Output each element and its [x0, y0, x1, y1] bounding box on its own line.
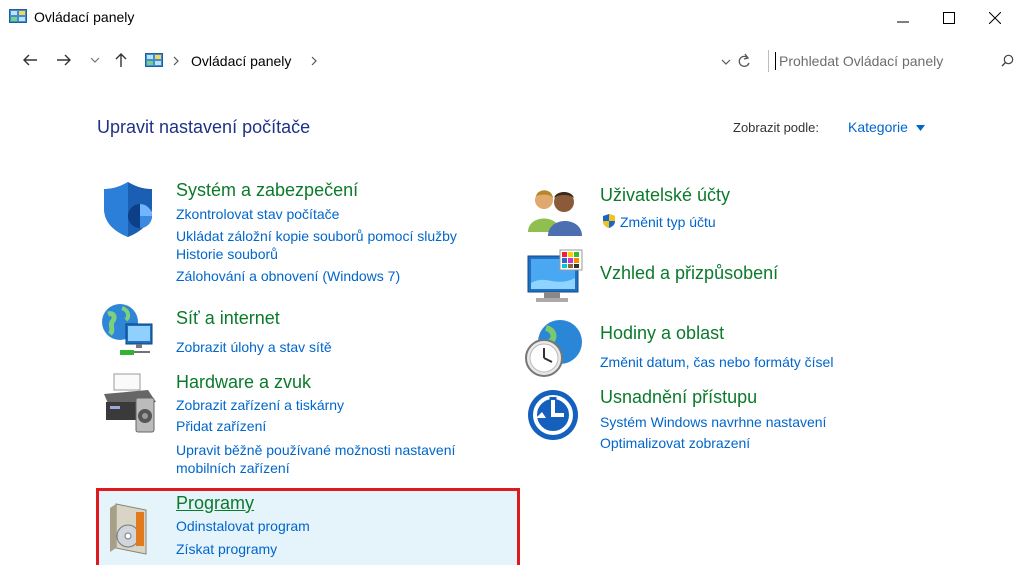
clock-globe-icon[interactable]: [524, 318, 584, 380]
link-save-backup-copies[interactable]: Ukládat záložní kopie souborů pomocí slu…: [176, 228, 457, 244]
refresh-icon[interactable]: [737, 53, 751, 69]
search-placeholder: Prohledat Ovládací panely: [779, 53, 944, 69]
minimize-icon: [897, 21, 909, 23]
window-title: Ovládací panely: [34, 9, 135, 25]
arrow-right-icon: [57, 54, 71, 66]
category-title-user-accounts[interactable]: Uživatelské účty: [600, 185, 730, 206]
link-get-programs[interactable]: Získat programy: [176, 541, 277, 557]
printer-icon[interactable]: [100, 372, 160, 436]
text-caret: [775, 52, 776, 70]
control-panel-icon: [145, 53, 163, 67]
view-by-label: Zobrazit podle:: [733, 120, 819, 135]
arrow-left-icon: [23, 54, 37, 66]
navigation-bar: Ovládací panely Prohledat Ovládací panel…: [0, 44, 1018, 78]
up-button[interactable]: [110, 48, 132, 72]
link-view-network-status[interactable]: Zobrazit úlohy a stav sítě: [176, 339, 332, 355]
category-title-clock-region[interactable]: Hodiny a oblast: [600, 323, 724, 344]
uac-shield-icon: [603, 214, 615, 228]
category-title-programs[interactable]: Programy: [176, 493, 254, 514]
link-windows-suggest-settings[interactable]: Systém Windows navrhne nastavení: [600, 414, 826, 430]
category-title-appearance[interactable]: Vzhled a přizpůsobení: [600, 263, 778, 284]
link-check-computer-status[interactable]: Zkontrolovat stav počítače: [176, 206, 339, 222]
maximize-icon: [943, 12, 955, 24]
link-add-device[interactable]: Přidat zařízení: [176, 418, 266, 434]
close-icon: [989, 12, 1001, 24]
forward-button[interactable]: [52, 48, 76, 72]
link-uninstall-program[interactable]: Odinstalovat program: [176, 518, 310, 534]
view-by-dropdown[interactable]: Kategorie: [848, 119, 925, 135]
chevron-right-icon: [173, 56, 179, 66]
page-title: Upravit nastavení počítače: [97, 117, 311, 137]
link-backup-restore[interactable]: Zálohování a obnovení (Windows 7): [176, 268, 400, 284]
breadcrumb-item-control-panel[interactable]: Ovládací panely: [191, 53, 291, 69]
category-title-hardware-sound[interactable]: Hardware a zvuk: [176, 372, 311, 393]
link-view-devices-printers[interactable]: Zobrazit zařízení a tiskárny: [176, 397, 344, 413]
recent-locations-button[interactable]: [88, 48, 102, 72]
chevron-down-icon: [90, 57, 100, 63]
minimize-button[interactable]: [880, 0, 926, 36]
users-icon[interactable]: [526, 186, 584, 236]
programs-disc-icon[interactable]: [106, 500, 154, 556]
link-mobility-settings-cont[interactable]: mobilních zařízení: [176, 460, 290, 476]
ease-of-access-icon[interactable]: [526, 388, 580, 442]
control-panel-icon: [9, 9, 27, 23]
link-optimize-display[interactable]: Optimalizovat zobrazení: [600, 435, 750, 451]
monitor-palette-icon[interactable]: [526, 248, 586, 306]
address-bar[interactable]: Ovládací panely: [143, 50, 757, 72]
shield-icon[interactable]: [100, 180, 156, 238]
chevron-right-icon[interactable]: [311, 56, 317, 66]
maximize-button[interactable]: [926, 0, 972, 36]
category-title-network-internet[interactable]: Síť a internet: [176, 308, 280, 329]
close-button[interactable]: [972, 0, 1018, 36]
search-box[interactable]: Prohledat Ovládací panely: [768, 50, 1018, 72]
caret-down-icon: [915, 125, 925, 132]
network-globe-icon[interactable]: [100, 302, 158, 358]
link-change-account-type[interactable]: Změnit typ účtu: [620, 214, 716, 230]
view-by-value: Kategorie: [848, 119, 908, 135]
back-button[interactable]: [18, 48, 42, 72]
category-title-ease-of-access[interactable]: Usnadnění přístupu: [600, 387, 757, 408]
link-change-date-time-formats[interactable]: Změnit datum, čas nebo formáty čísel: [600, 354, 833, 370]
link-file-history[interactable]: Historie souborů: [176, 246, 278, 262]
search-icon[interactable]: [1001, 54, 1014, 67]
title-bar: Ovládací panely: [0, 0, 1018, 40]
category-title-system-security[interactable]: Systém a zabezpečení: [176, 180, 358, 201]
link-mobility-settings[interactable]: Upravit běžně používané možnosti nastave…: [176, 442, 455, 458]
address-history-dropdown-icon[interactable]: [721, 58, 731, 66]
arrow-up-icon: [115, 53, 127, 67]
